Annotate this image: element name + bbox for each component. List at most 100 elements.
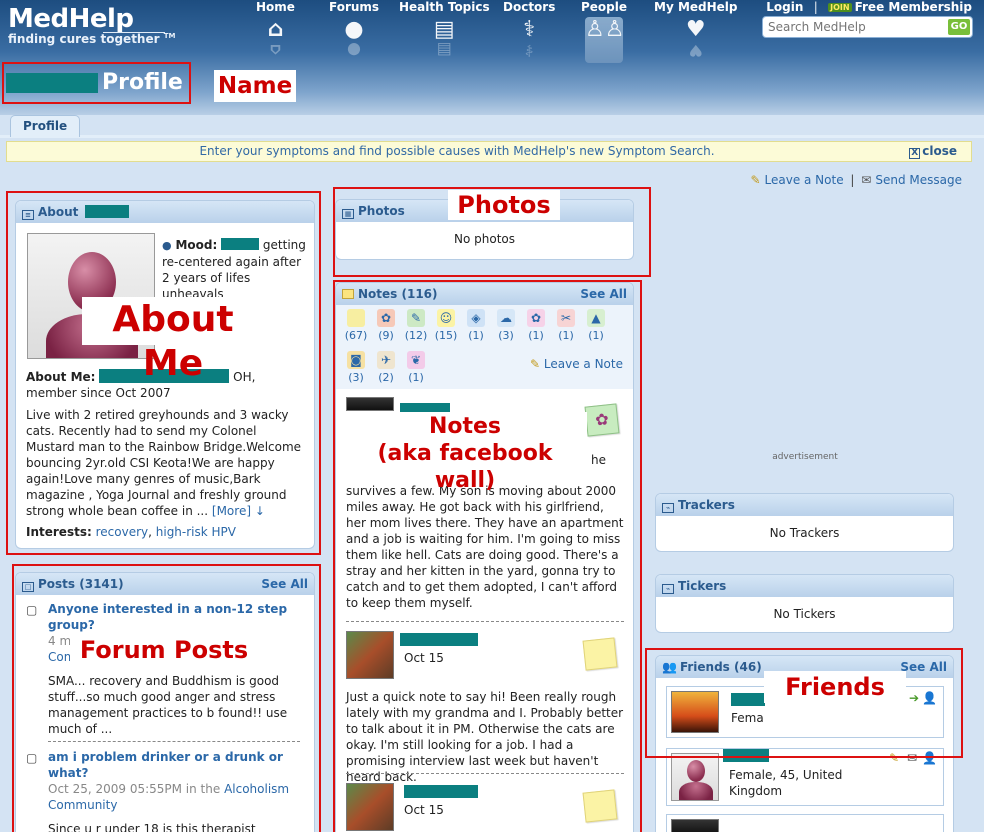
emoticon-filter[interactable]: ▲ (1) [582,309,610,342]
emoticon-count: (12) [404,329,428,342]
note-pencil-icon: ✎ [750,173,761,187]
redacted-friend-name [731,693,765,706]
search-input[interactable] [768,17,948,37]
friends-header-label: Friends (46) [679,660,762,674]
mood-block: ● Mood: getting re-centered again after … [162,237,312,302]
nav-forums-label: Forums [329,0,380,14]
post-item: ▢ am i problem drinker or a drunk or wha… [26,749,308,832]
people-icon: 👥 [662,660,677,674]
note-author-avatar[interactable] [346,783,394,831]
emoticon-filter[interactable]: ✿ (9) [372,309,400,342]
friend-profile-icon[interactable]: 👤 [922,751,937,765]
post-item: ▢ Anyone interested in a non-12 step gro… [26,601,308,737]
note-author-avatar[interactable] [346,397,394,411]
emoticon-icon: ✎ [407,309,425,327]
emoticon-filter[interactable]: ✂ (1) [552,309,580,342]
nav-my-medhelp-label: My MedHelp [654,0,738,14]
join-badge-icon: JOIN [828,3,852,12]
post-title-link[interactable]: am i problem drinker or a drunk or what? [48,749,308,781]
nav-people[interactable]: People ♙♙ [581,0,627,63]
nav-my-medhelp[interactable]: My MedHelp ♥ ♥ [654,0,738,60]
banner-close-button[interactable]: Xclose [909,144,957,159]
login-link[interactable]: Login [766,0,803,14]
trackers-empty: No Trackers [769,526,840,540]
tab-profile[interactable]: Profile [10,115,81,137]
note-text: Just a quick note to say hi! Been really… [346,690,624,784]
tab-bar-underline [0,135,984,138]
emoticon-filter[interactable]: (67) [342,309,370,342]
note-pencil-icon[interactable]: ✎ [889,751,899,765]
emoticon-filter[interactable]: ☁ (3) [492,309,520,342]
notes-panel-header: Notes (116) See All [336,283,633,305]
top-links-separator: | [813,0,818,14]
friend-card[interactable]: Female, 45, United Kingdom ✎ ✉ 👤 [666,748,944,806]
emoticon-filter[interactable]: ☺ (15) [432,309,460,342]
tagline: finding cures together [8,32,160,46]
redacted-note-author [400,633,478,646]
heart-icon: ♥ ♥ [685,17,706,60]
photos-header-label: Photos [358,204,405,218]
emoticon-icon: ◙ [347,351,365,369]
emoticon-filter[interactable]: ◙ (3) [342,351,370,384]
post-bubble-icon: ▢ [26,751,38,765]
post-title-link[interactable]: Anyone interested in a non-12 step group… [48,601,308,633]
note-divider [346,773,624,774]
friend-profile-icon[interactable]: 👤 [922,691,937,705]
medhelp-logo[interactable]: MedHelp finding cures together TM [8,4,175,46]
symptom-search-link[interactable]: Enter your symptoms and find possible ca… [7,144,907,158]
photos-annotation-label: Photos [448,190,560,220]
posts-panel-header: □ Posts (3141) See All [16,573,314,595]
friend-card[interactable] [666,814,944,832]
emoticon-filter[interactable]: ✎ (12) [402,309,430,342]
note-emoticon-strip: (67) ✿ (9) ✎ (12) ☺ (15) ◈ (1) ☁ (3) ✿ (1) ✂ (1) ▲ (1) ◙… [336,305,633,389]
emoticon-count: (1) [528,329,544,342]
nav-forums[interactable]: Forums ● ● [329,0,380,60]
envelope-icon[interactable]: ✉ [907,751,917,765]
posts-see-all-link[interactable]: See All [261,573,308,595]
page-title: Profile [102,70,183,95]
friend-avatar[interactable] [671,753,719,801]
trademark: TM [163,32,176,40]
tickers-panel-header: ⌁ Tickers [656,575,953,597]
leave-note-link[interactable]: ✎ Leave a Note [530,357,623,371]
free-membership-link[interactable]: Free Membership [855,0,972,14]
top-links: Login | JOIN Free Membership [766,0,972,14]
emoticon-count: (1) [588,329,604,342]
search-go-button[interactable]: GO [948,19,970,35]
notes-see-all-link[interactable]: See All [580,283,627,305]
redacted-note-author [404,785,478,798]
emoticon-filter[interactable]: ✈ (2) [372,351,400,384]
speech-bubble-icon: ● ● [344,17,364,60]
more-link[interactable]: [More] ↓ [212,504,265,518]
nav-health-topics[interactable]: Health Topics ▤ ▤ [399,0,490,60]
nav-home[interactable]: Home ⌂ ⌂ [256,0,295,60]
chart-icon: ⌁ [662,584,674,594]
post-bubble-icon: ▢ [26,603,38,617]
interest-link[interactable]: high-risk HPV [156,525,236,539]
nav-doctors[interactable]: Doctors ⚕ ⚕ [503,0,555,60]
interest-link[interactable]: recovery [96,525,149,539]
note-text: survives a few. My son is moving about 2… [346,484,624,610]
forum-posts-annotation-label: Forum Posts [70,634,258,666]
note-divider [346,621,624,622]
home-icon: ⌂ ⌂ [267,17,284,60]
send-message-link[interactable]: Send Message [875,173,962,187]
interests-label: Interests: [26,525,92,539]
emoticon-count: (1) [408,371,424,384]
symptom-search-banner: Enter your symptoms and find possible ca… [6,141,972,162]
sticky-note-icon [342,289,354,299]
emoticon-icon: ✂ [557,309,575,327]
friends-see-all-link[interactable]: See All [900,656,947,678]
leave-note-link[interactable]: Leave a Note [765,173,844,187]
emoticon-count: (9) [378,329,394,342]
note-author-avatar[interactable] [346,631,394,679]
friend-avatar[interactable] [671,819,719,832]
tickers-empty: No Tickers [773,607,836,621]
friend-avatar[interactable] [671,691,719,733]
emoticon-filter[interactable]: ◈ (1) [462,309,490,342]
emoticon-filter[interactable]: ✿ (1) [522,309,550,342]
add-friend-icon[interactable]: ➔ [909,691,919,705]
emoticon-filter[interactable]: ❦ (1) [402,351,430,384]
emoticon-count: (3) [348,371,364,384]
tickers-header-label: Tickers [678,579,727,593]
